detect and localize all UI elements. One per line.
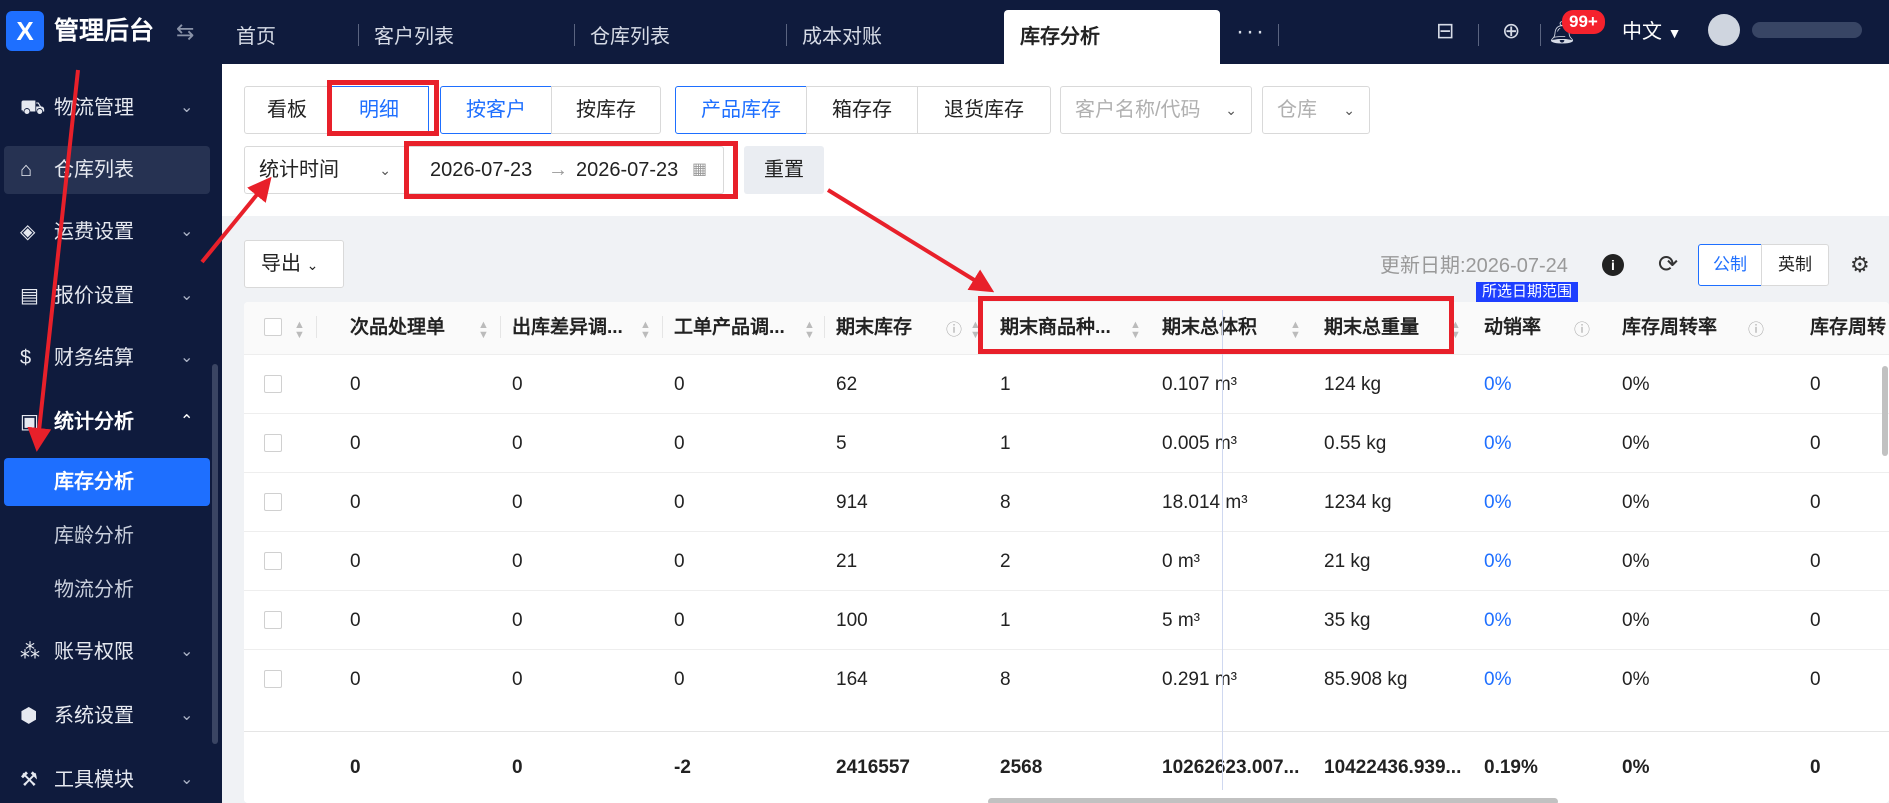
arrow-to-time-select	[200, 176, 272, 264]
arrow-to-inventory-menu	[27, 69, 80, 452]
annotation-arrows	[27, 69, 995, 452]
arrow-to-columns	[826, 188, 995, 293]
app-root: X 管理后台 ⇆ 首页 客户列表 仓库列表 成本对账 库存分析 ··· ⊟ ⊕ …	[0, 0, 1889, 803]
